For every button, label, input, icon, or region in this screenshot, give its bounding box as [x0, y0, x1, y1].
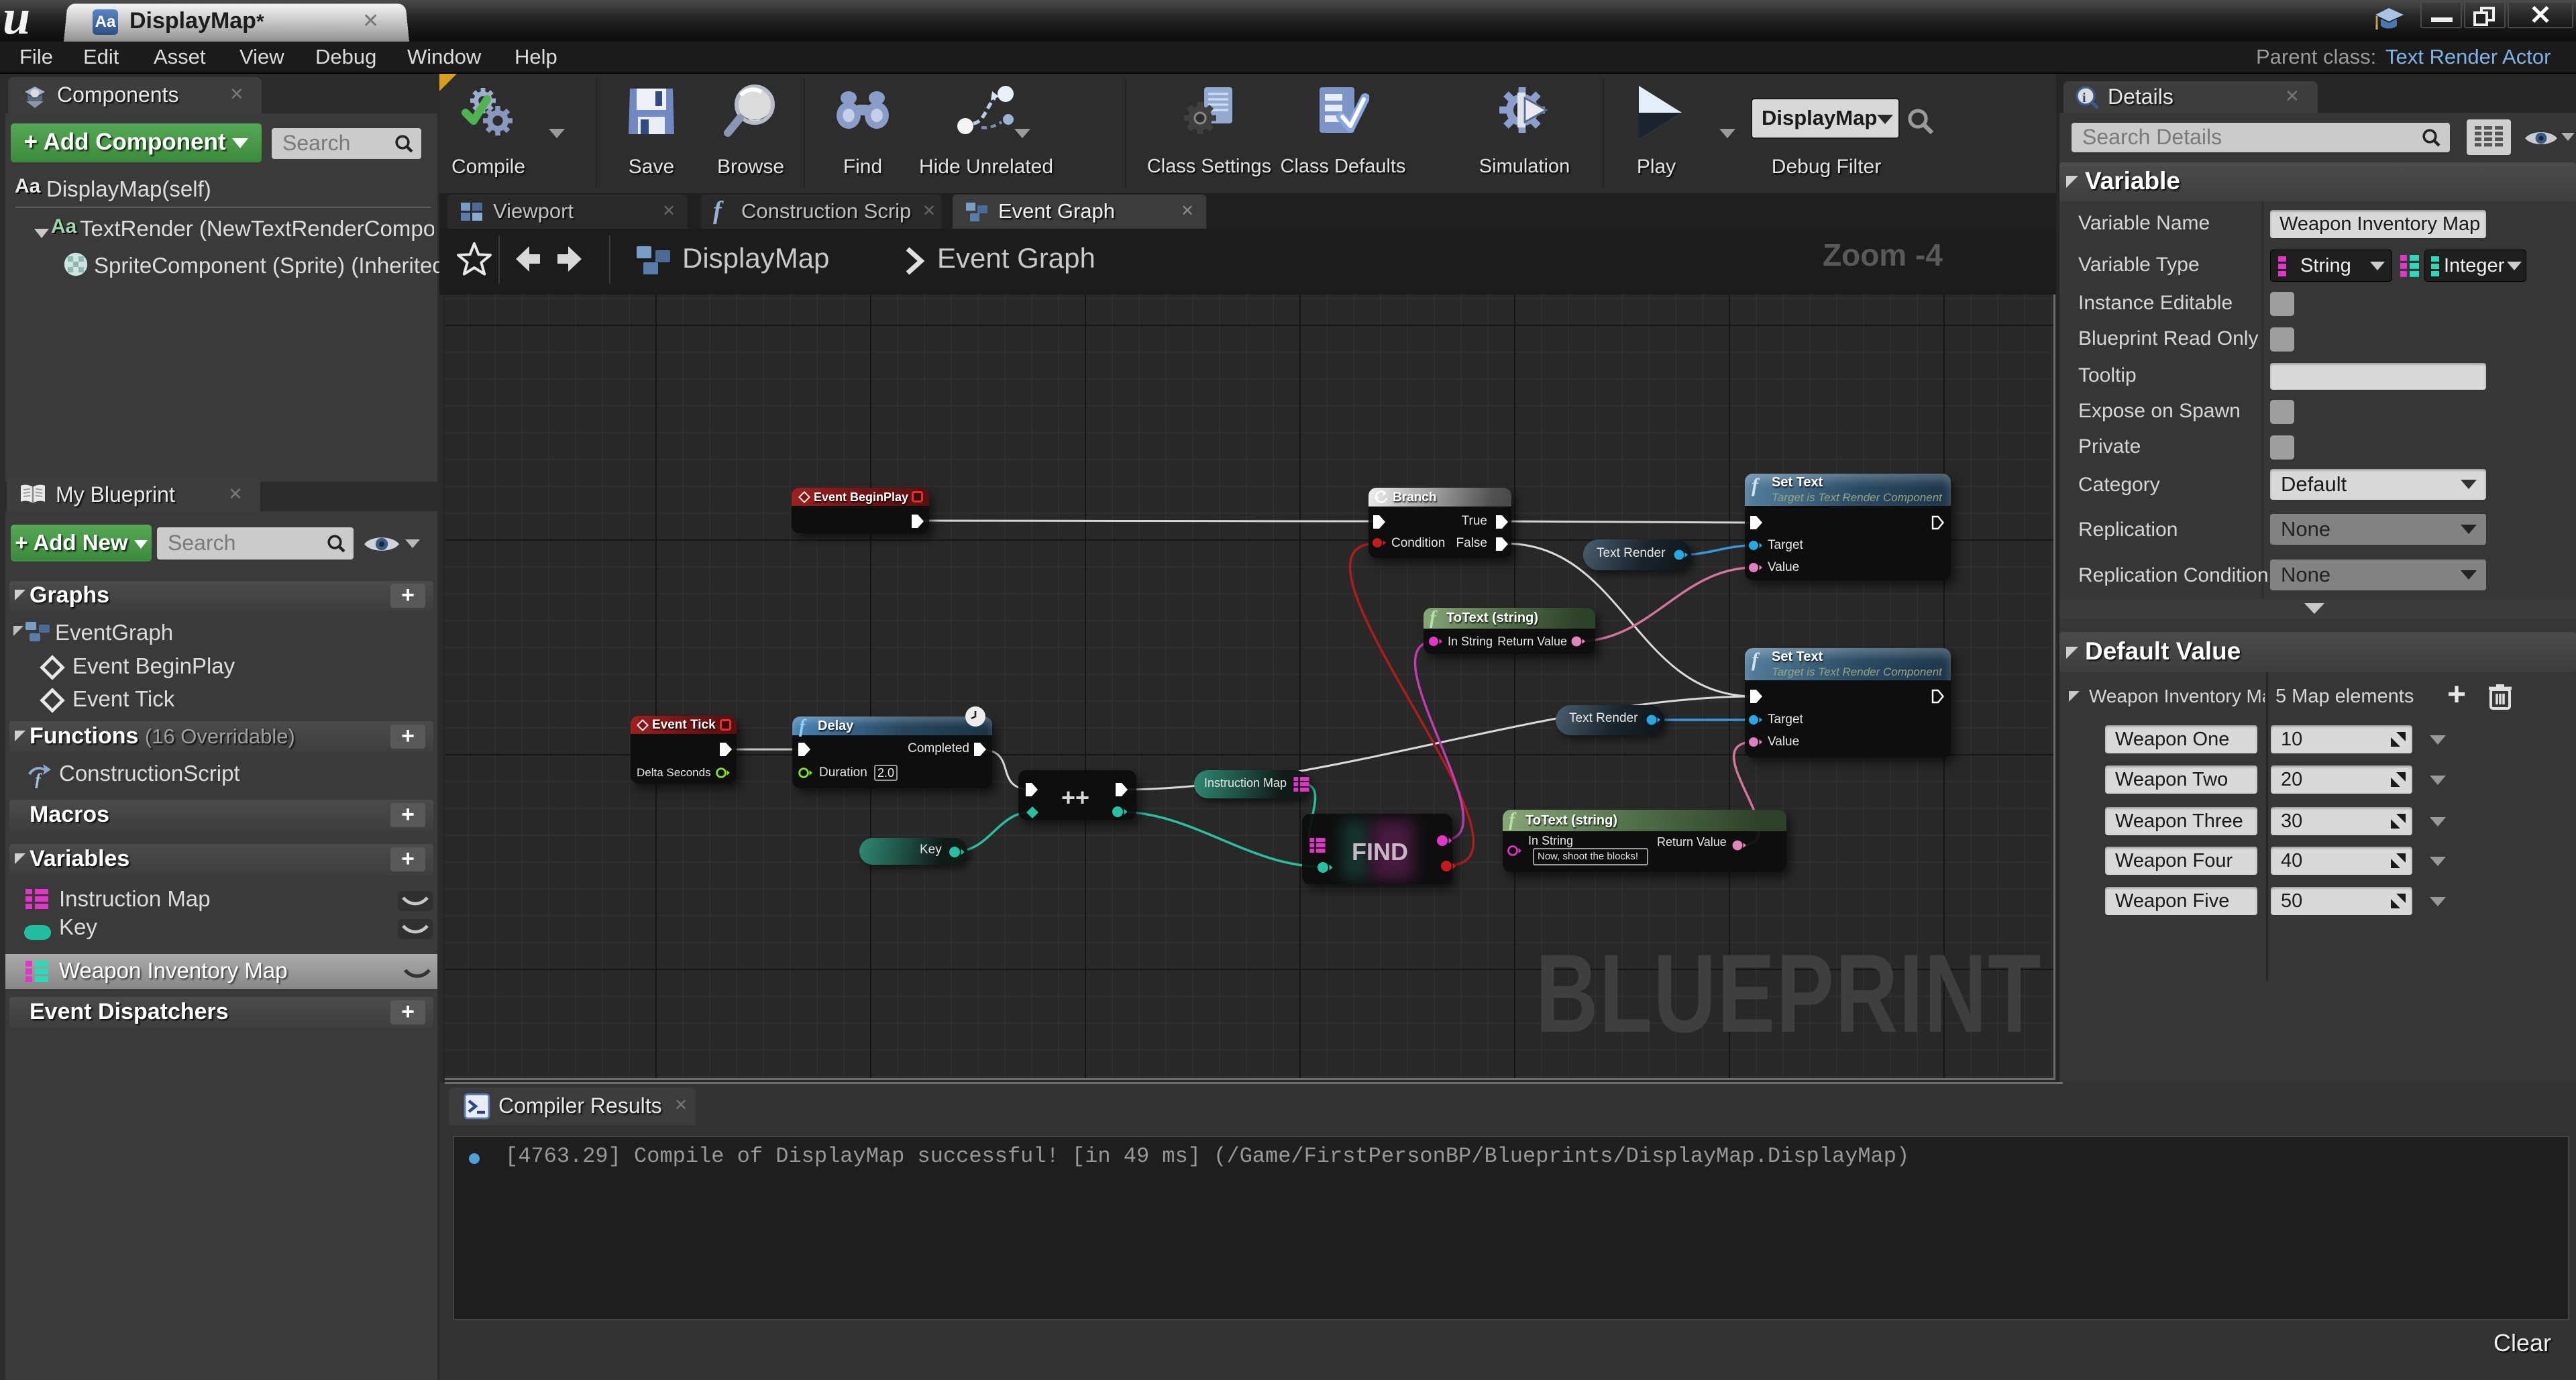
svg-text:f: f	[35, 770, 42, 788]
svg-text:i: i	[2082, 91, 2086, 105]
